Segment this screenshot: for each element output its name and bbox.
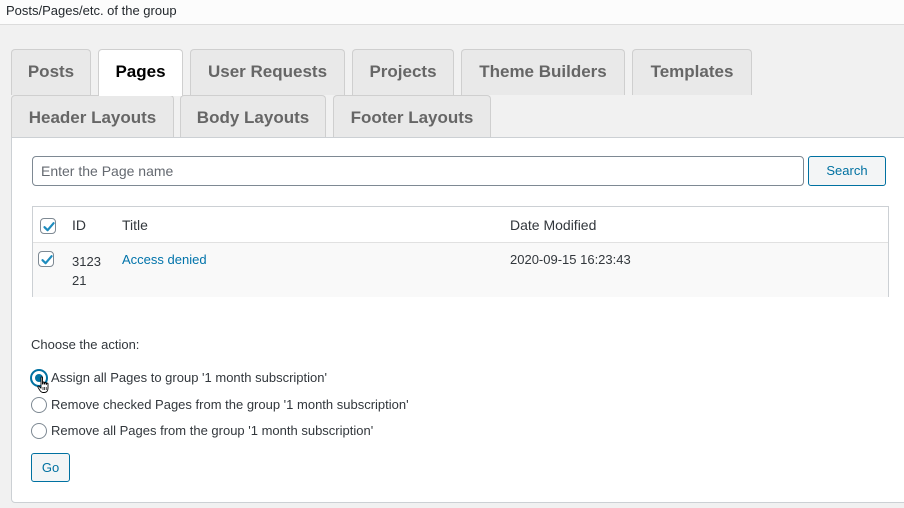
row-id-line1: 3123 — [72, 254, 101, 269]
table-row: 3123 21 Access denied 2020-09-15 16:23:4… — [33, 243, 888, 297]
tab-footer-layouts[interactable]: Footer Layouts — [333, 95, 491, 141]
row-title-link[interactable]: Access denied — [122, 252, 207, 267]
tab-templates[interactable]: Templates — [632, 49, 752, 95]
go-button[interactable]: Go — [31, 453, 70, 482]
radio-label: Assign all Pages to group '1 month subsc… — [51, 370, 327, 385]
select-all-checkbox[interactable] — [40, 218, 56, 234]
checkmark-icon — [41, 255, 53, 265]
search-button[interactable]: Search — [808, 156, 886, 186]
page-search-input[interactable] — [32, 156, 804, 186]
row-date-modified: 2020-09-15 16:23:43 — [510, 252, 631, 267]
row-checkbox[interactable] — [38, 251, 54, 267]
tab-theme-builders[interactable]: Theme Builders — [461, 49, 625, 95]
tab-user-requests[interactable]: User Requests — [190, 49, 345, 95]
checkmark-icon — [43, 222, 55, 232]
row-id-line2: 21 — [72, 273, 87, 288]
pages-table: ID Title Date Modified 3123 21 Access de… — [32, 206, 889, 297]
column-header-title[interactable]: Title — [122, 217, 148, 233]
row-id: 3123 21 — [72, 252, 101, 290]
hand-pointer-cursor-icon — [37, 376, 49, 393]
radio-label: Remove checked Pages from the group '1 m… — [51, 397, 409, 412]
column-header-date-modified[interactable]: Date Modified — [510, 217, 596, 233]
tab-posts[interactable]: Posts — [11, 49, 91, 95]
tab-header-layouts[interactable]: Header Layouts — [11, 95, 174, 141]
section-title: Posts/Pages/etc. of the group — [0, 0, 904, 25]
radio-remove-all[interactable] — [31, 423, 47, 439]
choose-action-label: Choose the action: — [31, 337, 140, 352]
table-header: ID Title Date Modified — [33, 207, 888, 243]
tab-pages[interactable]: Pages — [98, 49, 183, 96]
tab-body-layouts[interactable]: Body Layouts — [180, 95, 326, 141]
tab-panel — [11, 137, 904, 503]
column-header-id[interactable]: ID — [72, 217, 86, 233]
tab-projects[interactable]: Projects — [352, 49, 454, 95]
radio-remove-checked[interactable] — [31, 397, 47, 413]
radio-label: Remove all Pages from the group '1 month… — [51, 423, 374, 438]
